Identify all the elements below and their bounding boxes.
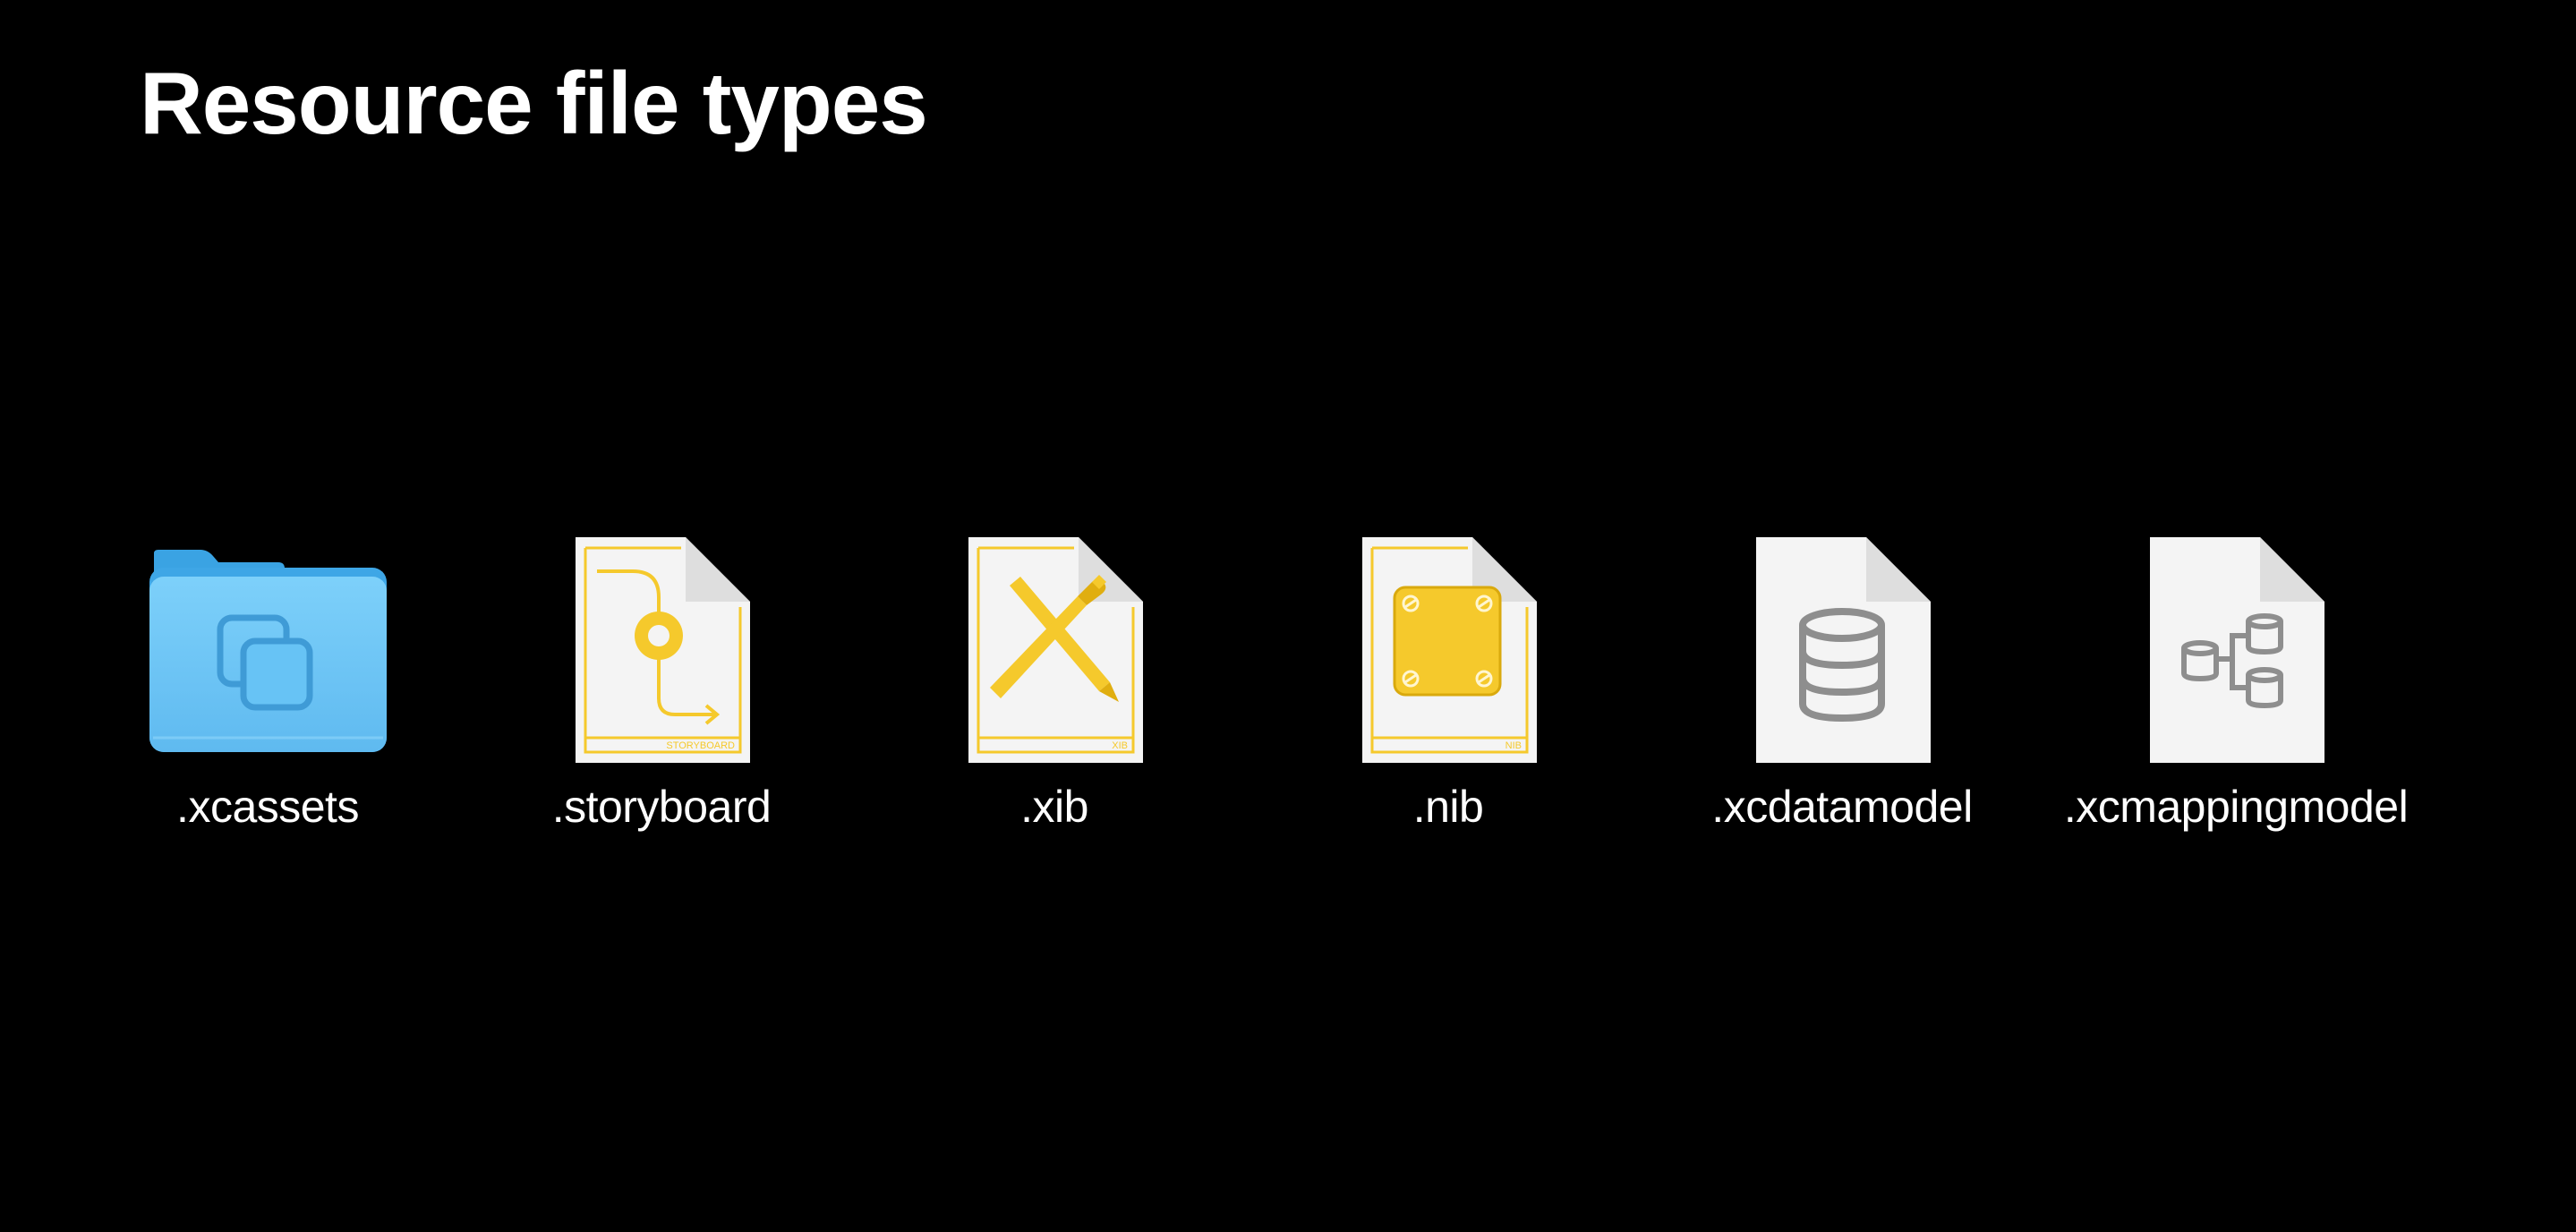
file-type-label: .xcmappingmodel <box>2063 782 2409 832</box>
slide-title: Resource file types <box>140 54 928 152</box>
storyboard-file-icon: STORYBOARD <box>465 530 858 768</box>
mapping-model-file-icon <box>2039 530 2433 768</box>
asset-catalog-folder-icon <box>71 530 465 768</box>
nib-file-icon: NIB <box>1251 530 1645 768</box>
storyboard-fine-print: STORYBOARD <box>666 740 735 751</box>
xib-file-icon: XIB <box>857 530 1251 768</box>
xib-fine-print: XIB <box>1112 740 1128 751</box>
file-type-label: .xcassets <box>176 782 359 832</box>
file-type-label: .storyboard <box>551 782 772 832</box>
file-type-label: .nib <box>1412 782 1484 832</box>
data-model-file-icon <box>1645 530 2039 768</box>
file-type-label: .xib <box>1020 782 1088 832</box>
file-type-label: .xcdatamodel <box>1711 782 1973 832</box>
nib-fine-print: NIB <box>1506 740 1522 751</box>
